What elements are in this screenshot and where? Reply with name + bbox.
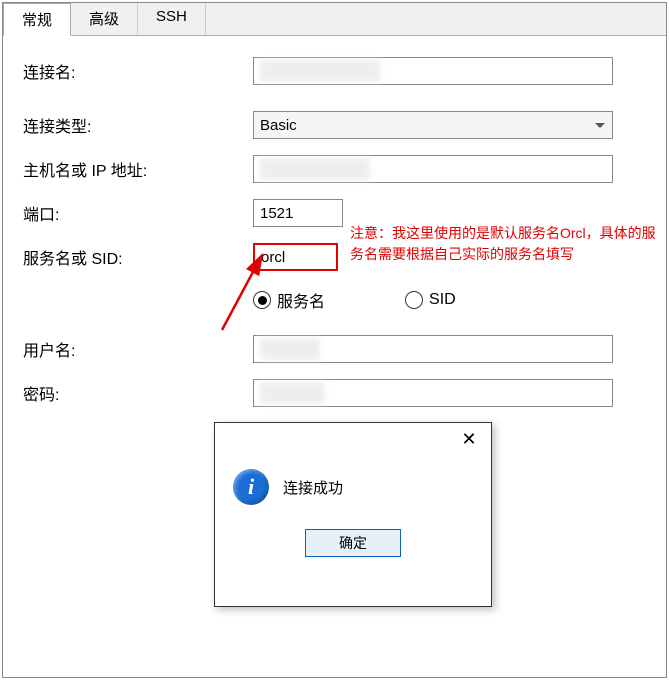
connection-type-select[interactable]: Basic <box>253 111 613 139</box>
connection-name-input[interactable] <box>253 57 613 85</box>
label-password: 密码: <box>23 381 253 405</box>
annotation-note: 注意：我这里使用的是默认服务名Orcl，具体的服务名需要根据自己实际的服务名填写 <box>350 223 660 265</box>
label-service-sid: 服务名或 SID: <box>23 245 253 269</box>
service-name-input[interactable] <box>253 243 338 271</box>
radio-service-label: 服务名 <box>277 288 325 312</box>
password-input[interactable] <box>253 379 613 407</box>
label-connection-name: 连接名: <box>23 59 253 83</box>
label-port: 端口: <box>23 201 253 225</box>
username-input[interactable] <box>253 335 613 363</box>
host-input[interactable] <box>253 155 613 183</box>
tab-advanced[interactable]: 高级 <box>71 3 138 35</box>
dialog-ok-button[interactable]: 确定 <box>305 529 401 557</box>
dialog-message: 连接成功 <box>283 477 343 498</box>
label-host: 主机名或 IP 地址: <box>23 157 253 181</box>
dialog-close-button[interactable]: ✕ <box>455 427 483 451</box>
info-icon: i <box>233 469 269 505</box>
radio-empty-icon <box>405 291 423 309</box>
tab-ssh[interactable]: SSH <box>138 3 206 35</box>
close-icon: ✕ <box>461 429 476 450</box>
success-dialog: ✕ i 连接成功 确定 <box>214 422 492 607</box>
port-input[interactable] <box>253 199 343 227</box>
tab-general[interactable]: 常规 <box>3 3 71 36</box>
tab-bar: 常规 高级 SSH <box>3 3 666 36</box>
radio-sid-label: SID <box>429 291 456 309</box>
radio-service-name[interactable]: 服务名 <box>253 288 325 312</box>
connection-type-value: Basic <box>260 117 297 134</box>
radio-dot-icon <box>253 291 271 309</box>
radio-sid[interactable]: SID <box>405 288 456 312</box>
label-connection-type: 连接类型: <box>23 113 253 137</box>
label-username: 用户名: <box>23 337 253 361</box>
